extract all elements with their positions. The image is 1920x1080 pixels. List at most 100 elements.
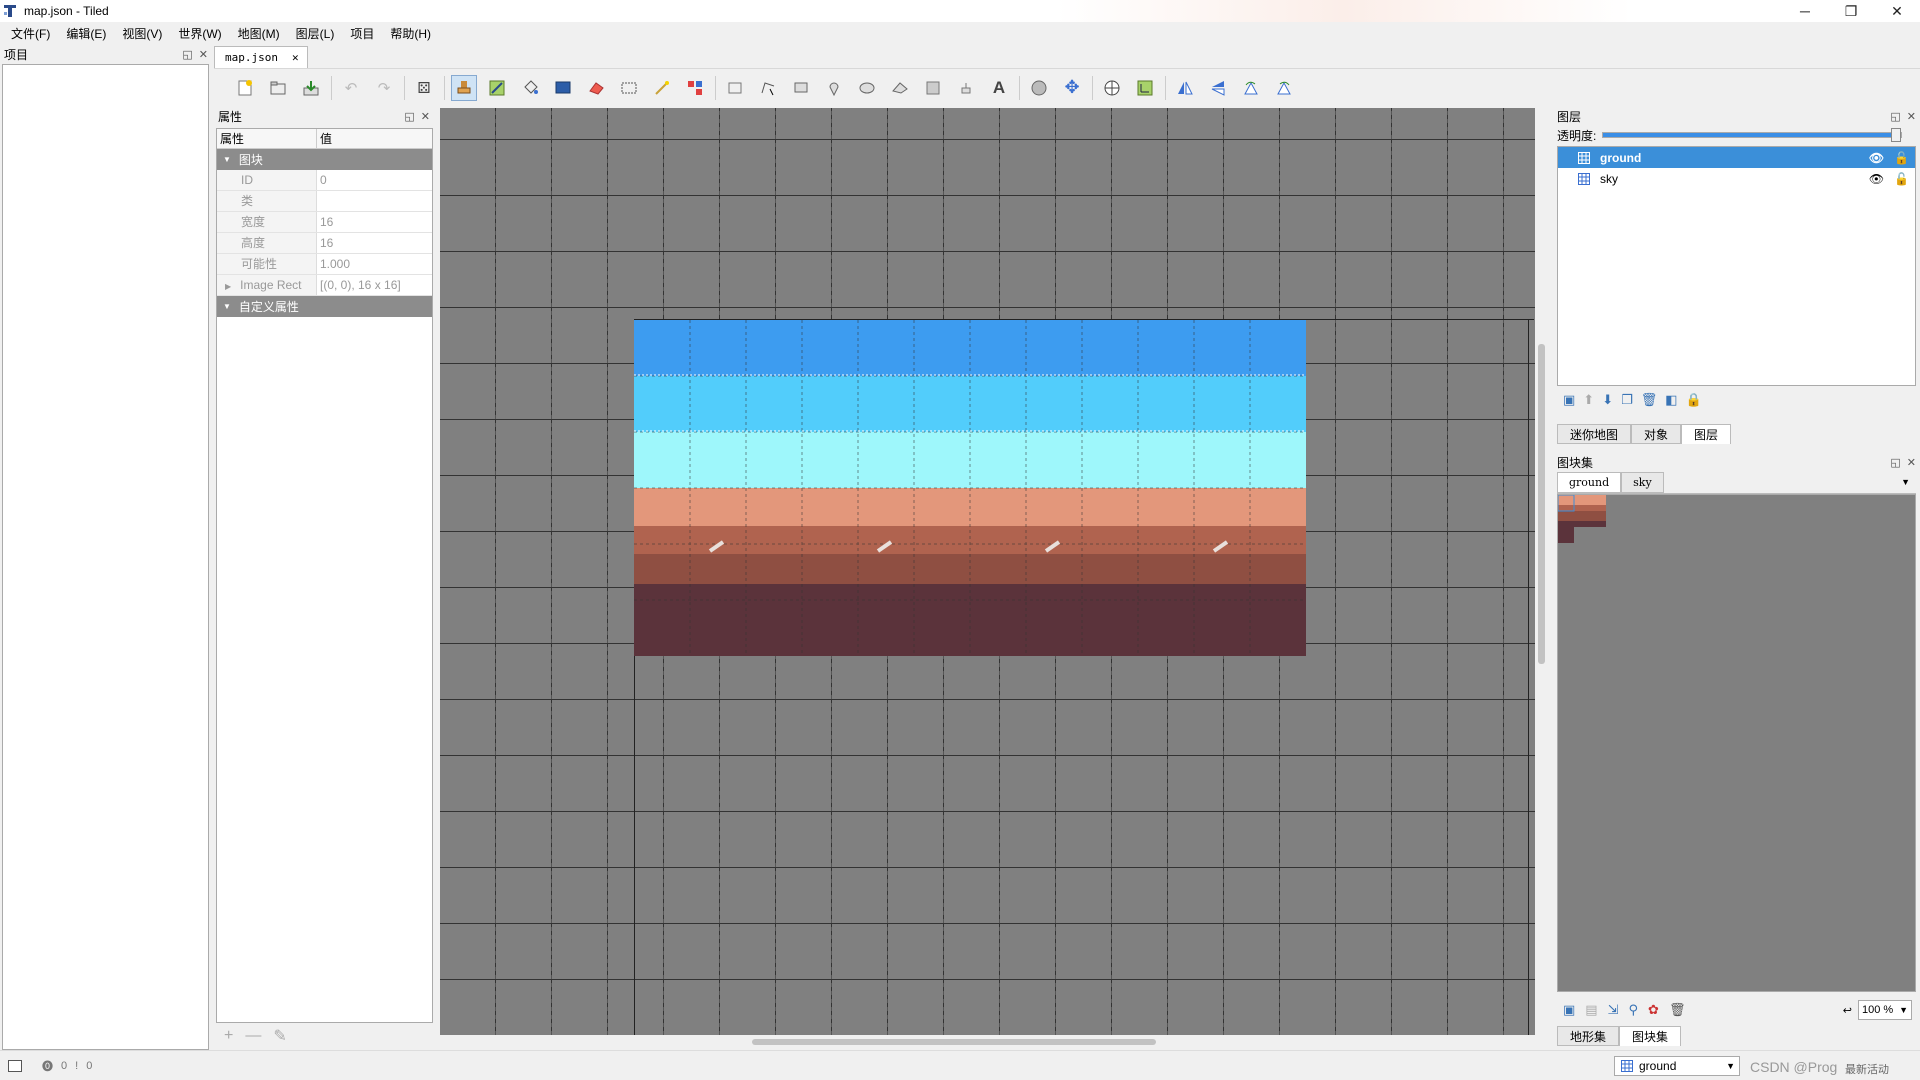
vertical-scroll-thumb[interactable] (1538, 344, 1545, 664)
tab-map-json[interactable]: map.json ✕ (214, 46, 308, 68)
property-row-class[interactable]: 类 (217, 191, 432, 212)
edit-property-icon[interactable]: ✎ (273, 1026, 286, 1046)
close-panel-icon[interactable]: ✕ (199, 48, 208, 61)
insert-tile-icon[interactable] (920, 75, 946, 101)
undo-icon[interactable]: ↶ (338, 75, 364, 101)
tab-layers[interactable]: 图层 (1681, 424, 1732, 444)
automap-icon[interactable] (1099, 75, 1125, 101)
opacity-handle[interactable] (1891, 128, 1902, 142)
tab-minimap[interactable]: 迷你地图 (1557, 424, 1632, 444)
insert-template-icon[interactable] (953, 75, 979, 101)
tileset-menu-arrow-icon[interactable]: ▼ (1901, 472, 1910, 493)
lock-layer-icon[interactable]: 🔒 (1686, 392, 1702, 408)
edit-polygons-icon[interactable] (755, 75, 781, 101)
vertical-scrollbar[interactable] (1535, 108, 1548, 1035)
zoom-combo[interactable]: 100 % ▼ (1858, 1000, 1912, 1020)
tab-objects[interactable]: 对象 (1631, 424, 1682, 444)
eye-icon[interactable]: 👁 (1869, 172, 1884, 186)
horizontal-scrollbar[interactable] (440, 1035, 1535, 1049)
show-hide-others-icon[interactable]: ◧ (1665, 392, 1677, 408)
stamp-brush-icon[interactable] (451, 74, 477, 101)
add-property-icon[interactable]: + (224, 1027, 233, 1045)
minimize-button[interactable]: ─ (1782, 0, 1828, 22)
map-canvas[interactable] (440, 108, 1535, 1035)
save-icon[interactable] (298, 75, 324, 101)
close-panel-icon[interactable]: ✕ (1907, 456, 1916, 469)
insert-polygon-icon[interactable] (887, 75, 913, 101)
menu-view[interactable]: 视图(V) (114, 25, 170, 42)
close-window-button[interactable]: ✕ (1874, 0, 1920, 22)
embed-tileset-icon[interactable]: ▤ (1585, 1002, 1597, 1018)
project-tree[interactable] (2, 64, 209, 1050)
issues-counter[interactable]: ⓿ 0 ! 0 (42, 1058, 92, 1074)
close-tab-icon[interactable]: ✕ (292, 51, 299, 64)
menu-help[interactable]: 帮助(H) (382, 25, 439, 42)
maximize-button[interactable]: ❐ (1828, 0, 1874, 22)
collapse-arrow-icon[interactable]: ▼ (223, 302, 231, 311)
float-panel-icon[interactable]: ◱ (182, 48, 192, 61)
property-row-image-rect[interactable]: ▶ Image Rect [(0, 0), 16 x 16] (217, 275, 432, 296)
new-map-icon[interactable] (232, 75, 258, 101)
eye-icon[interactable]: 👁 (1869, 151, 1884, 165)
random-mode-icon[interactable]: ⚄ (411, 75, 437, 101)
float-panel-icon[interactable]: ◱ (404, 110, 414, 123)
news-button[interactable]: 最新活动 (1845, 1061, 1889, 1077)
collapse-arrow-icon[interactable]: ▼ (223, 155, 231, 164)
terrain-brush-icon[interactable] (484, 75, 510, 101)
property-row-height[interactable]: 高度 16 (217, 233, 432, 254)
zoom-dropdown-icon[interactable]: ▼ (1899, 1001, 1908, 1019)
tileset-view[interactable] (1557, 494, 1916, 992)
new-layer-icon[interactable]: ▣ (1563, 392, 1575, 408)
lock-icon[interactable]: 🔓 (1894, 151, 1909, 165)
edit-tileset-icon[interactable]: ⚲ (1629, 1002, 1639, 1018)
property-row-width[interactable]: 宽度 16 (217, 212, 432, 233)
open-file-icon[interactable] (265, 75, 291, 101)
remove-tileset-icon[interactable]: 🗑 (1669, 1002, 1686, 1018)
insert-rectangle-icon[interactable] (788, 75, 814, 101)
toggle-panels-icon[interactable] (8, 1059, 22, 1072)
remove-property-icon[interactable]: — (245, 1027, 261, 1045)
tab-terrain-sets[interactable]: 地形集 (1557, 1026, 1620, 1046)
float-panel-icon[interactable]: ◱ (1890, 110, 1900, 123)
magic-wand-icon[interactable] (649, 75, 675, 101)
tileset-tab-sky[interactable]: sky (1621, 472, 1664, 493)
opacity-slider[interactable] (1602, 128, 1903, 142)
float-panel-icon[interactable]: ◱ (1890, 456, 1900, 469)
lock-icon[interactable]: 🔓 (1894, 172, 1909, 186)
layer-row-sky[interactable]: sky 👁 🔓 (1558, 168, 1915, 189)
insert-text-icon[interactable]: A (986, 75, 1012, 101)
delete-layer-icon[interactable]: 🗑 (1641, 392, 1658, 408)
select-same-tile-icon[interactable] (682, 75, 708, 101)
export-tileset-icon[interactable]: ⇲ (1608, 1002, 1619, 1018)
group-custom-properties[interactable]: ▼ 自定义属性 (217, 296, 432, 317)
menu-map[interactable]: 地图(M) (230, 25, 288, 42)
menu-project[interactable]: 项目 (342, 25, 382, 42)
flip-horizontal-icon[interactable] (1172, 75, 1198, 101)
bucket-fill-icon[interactable] (517, 75, 543, 101)
property-row-id[interactable]: ID 0 (217, 170, 432, 191)
map-properties-icon[interactable] (1132, 75, 1158, 101)
horizontal-scroll-thumb[interactable] (752, 1039, 1156, 1045)
menu-layer[interactable]: 图层(L) (288, 25, 343, 42)
close-panel-icon[interactable]: ✕ (1907, 110, 1916, 123)
current-layer-combo[interactable]: ground ▼ (1614, 1056, 1740, 1076)
select-objects-icon[interactable] (722, 75, 748, 101)
menu-file[interactable]: 文件(F) (3, 25, 58, 42)
group-tile[interactable]: ▼ 图块 (217, 149, 432, 170)
duplicate-layer-icon[interactable]: ❐ (1621, 392, 1633, 408)
insert-ellipse-icon[interactable] (854, 75, 880, 101)
new-tileset-icon[interactable]: ▣ (1563, 1002, 1575, 1018)
move-map-icon[interactable]: ✥ (1059, 75, 1085, 101)
menu-world[interactable]: 世界(W) (170, 25, 229, 42)
rotate-left-icon[interactable] (1238, 75, 1264, 101)
tileset-properties-icon[interactable]: ✿ (1648, 1002, 1659, 1018)
layer-row-ground[interactable]: ground 👁 🔓 (1558, 147, 1915, 168)
shape-fill-icon[interactable] (550, 75, 576, 101)
menu-edit[interactable]: 编辑(E) (58, 25, 114, 42)
tileset-tab-ground[interactable]: ground (1557, 472, 1622, 493)
rect-select-icon[interactable] (616, 75, 642, 101)
lower-layer-icon[interactable]: ⬇ (1602, 392, 1613, 408)
redo-icon[interactable]: ↷ (371, 75, 397, 101)
tab-tilesets[interactable]: 图块集 (1619, 1026, 1682, 1046)
world-tool-icon[interactable] (1026, 75, 1052, 101)
